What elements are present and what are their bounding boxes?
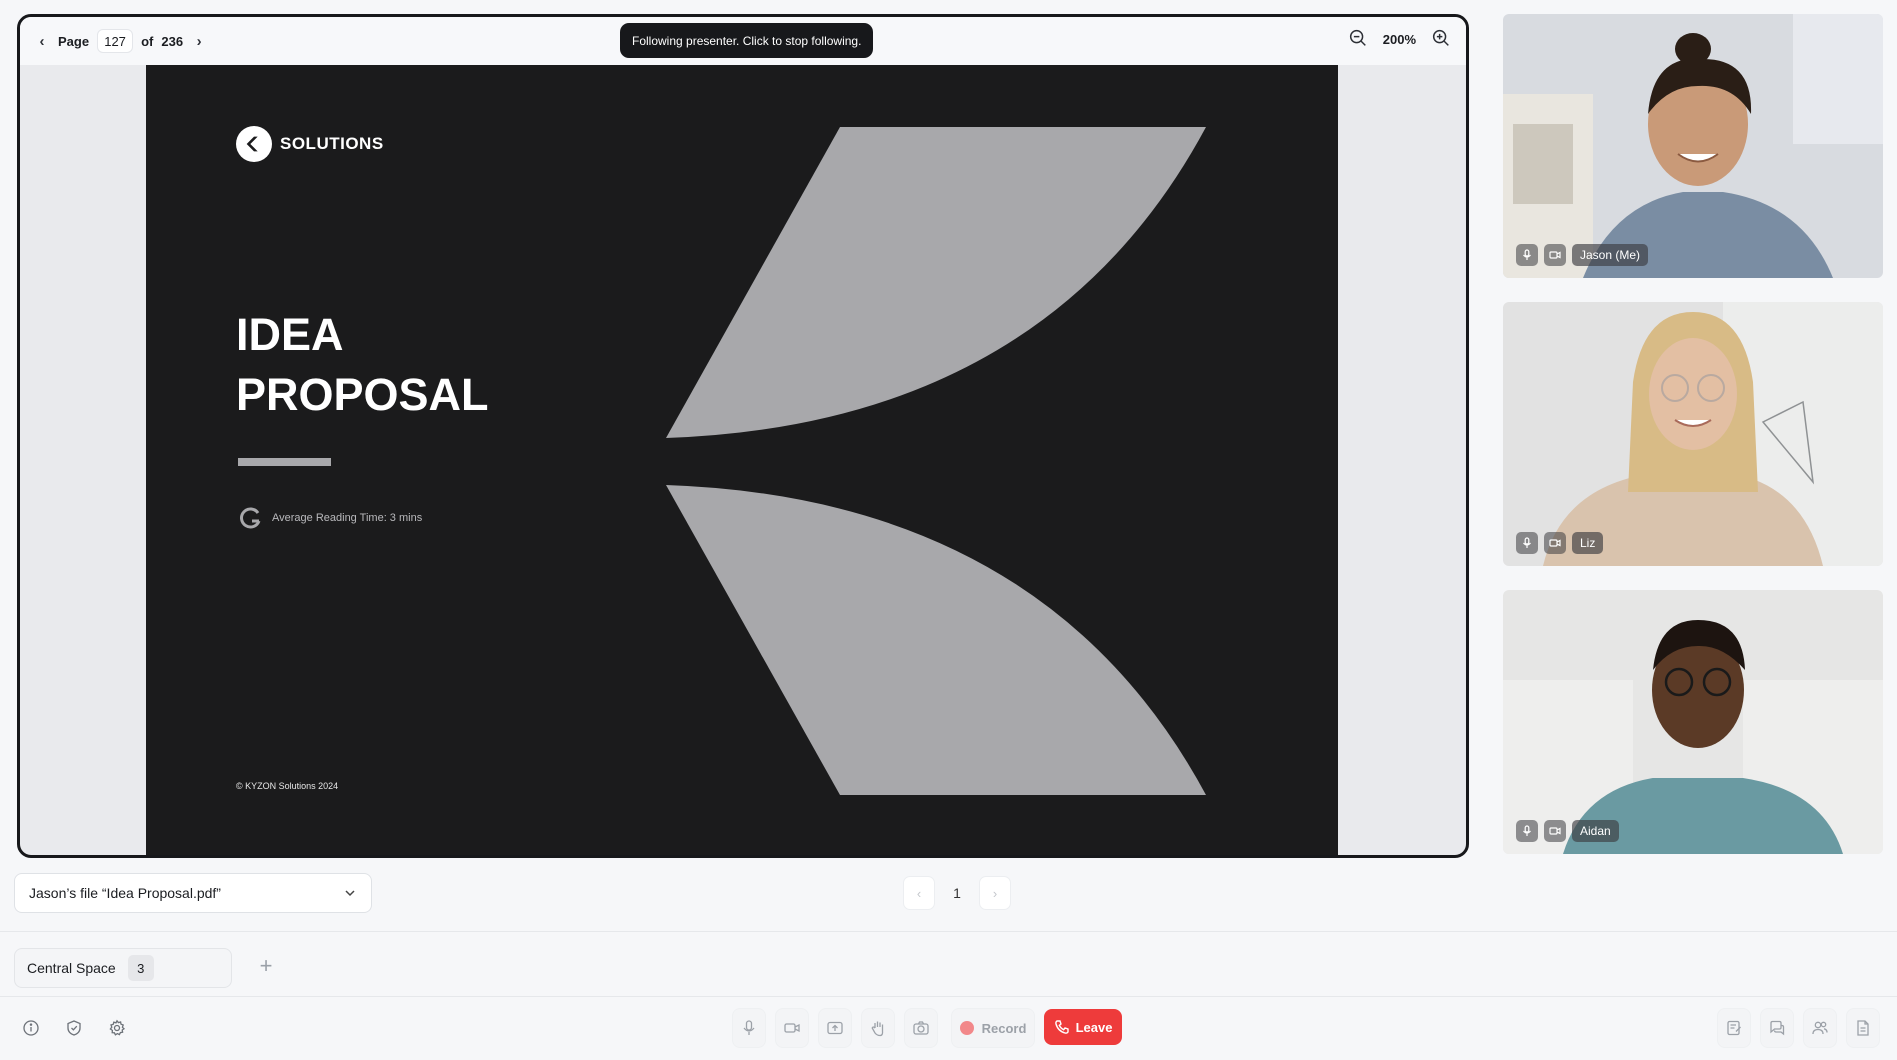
camera-snapshot-icon[interactable]	[904, 1008, 938, 1048]
space-pager: ‹ 1 ›	[903, 876, 1011, 910]
record-button[interactable]: Record	[951, 1008, 1035, 1048]
camera-icon[interactable]	[1544, 532, 1566, 554]
raise-hand-icon[interactable]	[861, 1008, 895, 1048]
prev-page-icon[interactable]: ‹	[34, 33, 50, 50]
phone-icon	[1054, 1020, 1069, 1034]
slide-title-line2: PROPOSAL	[236, 369, 489, 420]
of-label: of	[141, 33, 154, 49]
follow-presenter-toast[interactable]: Following presenter. Click to stop follo…	[620, 23, 874, 58]
presentation-viewer: ‹ Page 127 of 236 › Following presenter.…	[17, 14, 1469, 858]
participant-controls: Jason (Me)	[1516, 244, 1649, 266]
page-label: Page	[58, 33, 90, 49]
zoom-controls: 200%	[1347, 27, 1452, 52]
leave-button[interactable]: Leave	[1044, 1009, 1122, 1045]
zoom-level: 200%	[1382, 32, 1416, 47]
record-label: Record	[981, 1020, 1027, 1036]
space-name: Central Space	[27, 960, 116, 976]
divider	[0, 931, 1897, 932]
camera-icon[interactable]	[1544, 244, 1566, 266]
camera-icon[interactable]	[775, 1008, 809, 1048]
reading-time-text: Average Reading Time: 3 mins	[272, 512, 423, 524]
participant-video	[1503, 590, 1883, 854]
reading-time: Average Reading Time: 3 mins	[238, 505, 422, 531]
notes-icon[interactable]	[1717, 1008, 1751, 1048]
leave-label: Leave	[1075, 1019, 1113, 1035]
prev-button[interactable]: ‹	[903, 876, 935, 910]
zoom-out-icon[interactable]	[1347, 27, 1369, 52]
reload-icon	[240, 507, 261, 529]
slide-upper-shape	[666, 127, 1206, 438]
chat-icon[interactable]	[1760, 1008, 1794, 1048]
logo-text: SOLUTIONS	[280, 134, 384, 153]
participant-tile-aidan[interactable]: Aidan	[1503, 590, 1883, 854]
slide-canvas: SOLUTIONS IDEA PROPOSAL Average Reading …	[146, 65, 1338, 855]
viewer-toolbar: ‹ Page 127 of 236 › Following presenter.…	[20, 17, 1466, 65]
share-screen-icon[interactable]	[818, 1008, 852, 1048]
slide-title-line1: IDEA	[236, 309, 344, 360]
current-page-number: 1	[953, 885, 961, 901]
participant-controls: Liz	[1516, 532, 1604, 554]
next-page-icon[interactable]: ›	[191, 33, 207, 50]
add-space-icon[interactable]: +	[255, 953, 277, 979]
slide-logo: SOLUTIONS	[236, 126, 384, 162]
slide-divider	[238, 458, 331, 466]
record-icon	[959, 1021, 974, 1035]
page-number-input[interactable]: 127	[97, 29, 134, 53]
document-icon[interactable]	[1846, 1008, 1880, 1048]
slide-copyright: © KYZON Solutions 2024	[236, 781, 339, 791]
mic-icon[interactable]	[1516, 244, 1538, 266]
divider	[0, 996, 1897, 997]
logo-icon	[236, 126, 272, 162]
space-tab-central[interactable]: Central Space 3	[14, 948, 232, 988]
slide-title: IDEA PROPOSAL	[236, 305, 489, 425]
participant-video	[1503, 14, 1883, 278]
mic-icon[interactable]	[1516, 820, 1538, 842]
participants-icon[interactable]	[1803, 1008, 1837, 1048]
participant-video	[1503, 302, 1883, 566]
chevron-down-icon	[345, 890, 355, 897]
participant-tile-jason[interactable]: Jason (Me)	[1503, 14, 1883, 278]
space-member-count: 3	[127, 955, 154, 981]
mic-icon[interactable]	[1516, 532, 1538, 554]
file-select-value: Jason’s file “Idea Proposal.pdf”	[29, 885, 221, 901]
camera-icon[interactable]	[1544, 820, 1566, 842]
participant-tile-liz[interactable]: Liz	[1503, 302, 1883, 566]
total-pages: 236	[161, 33, 184, 49]
slide-lower-shape	[666, 485, 1206, 795]
info-icon[interactable]	[14, 1008, 48, 1048]
participant-controls: Aidan	[1516, 820, 1619, 842]
next-button[interactable]: ›	[979, 876, 1011, 910]
zoom-in-icon[interactable]	[1430, 27, 1452, 52]
call-controls: Record Leave	[0, 1008, 1897, 1048]
participant-name: Liz	[1572, 532, 1604, 554]
file-select[interactable]: Jason’s file “Idea Proposal.pdf”	[14, 873, 372, 913]
mic-icon[interactable]	[732, 1008, 766, 1048]
gear-icon[interactable]	[100, 1008, 134, 1048]
shield-icon[interactable]	[57, 1008, 91, 1048]
participant-name: Jason (Me)	[1572, 244, 1649, 266]
participant-name: Aidan	[1572, 820, 1619, 842]
page-navigator: ‹ Page 127 of 236 ›	[34, 29, 207, 53]
